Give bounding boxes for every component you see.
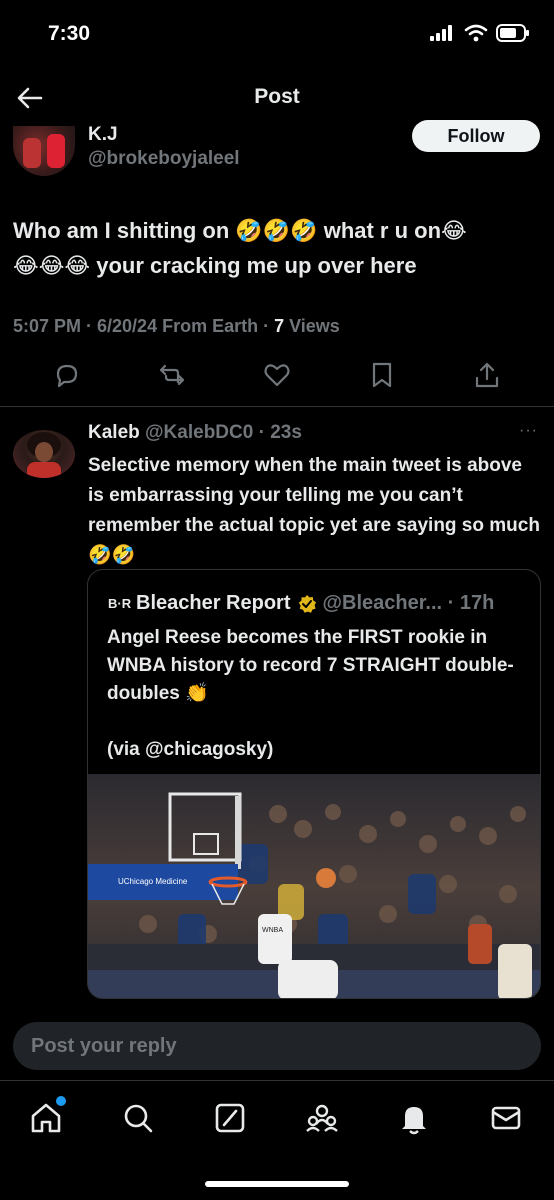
header: Post xyxy=(0,70,554,126)
avatar[interactable] xyxy=(13,126,75,176)
main-post: K.J @brokeboyjaleel Follow Who am I shit… xyxy=(0,120,554,406)
signal-icon xyxy=(430,25,452,41)
tab-search[interactable] xyxy=(120,1100,156,1136)
heart-icon xyxy=(264,364,290,387)
reply-button[interactable] xyxy=(52,360,82,390)
post-text: Who am I shitting on 🤣🤣🤣 what r u on😂 😂😂… xyxy=(13,213,543,283)
tab-communities[interactable] xyxy=(304,1100,340,1136)
reply-input[interactable]: Post your reply xyxy=(13,1022,541,1070)
reply-icon xyxy=(56,364,78,388)
avatar-figure xyxy=(23,138,41,168)
basketball-photo: UChicago Medicine WNBA xyxy=(88,774,540,998)
quote-handle: @Bleacher... · 17h xyxy=(322,592,495,614)
quote-header: B·R Bleacher Report @Bleacher... · 17h xyxy=(108,592,494,615)
views-label: Views xyxy=(284,316,340,336)
reply-text: Selective memory when the main tweet is … xyxy=(88,455,540,566)
avatar-figure xyxy=(47,134,65,168)
repost-button[interactable] xyxy=(157,360,187,390)
post-text-line: 😂😂😂 your cracking me up over here xyxy=(13,253,417,278)
avatar-shirt xyxy=(27,462,61,478)
share-button[interactable] xyxy=(472,360,502,390)
quote-display-name: Bleacher Report xyxy=(136,592,291,614)
court-sign: UChicago Medicine xyxy=(118,877,188,886)
handle[interactable]: @brokeboyjaleel xyxy=(88,148,240,170)
search-icon xyxy=(124,1104,153,1133)
avatar-face xyxy=(35,442,53,462)
divider xyxy=(0,406,554,407)
post-timestamp: 5:07 PM · 6/20/24 From Earth · xyxy=(13,316,275,336)
display-name[interactable]: Kaleb xyxy=(88,422,140,443)
notification-dot xyxy=(56,1096,66,1106)
bookmark-button[interactable] xyxy=(367,360,397,390)
bookmark-icon xyxy=(372,362,392,388)
battery-icon xyxy=(496,24,529,42)
post-meta: 5:07 PM · 6/20/24 From Earth · 7 Views xyxy=(13,316,340,337)
bell-icon xyxy=(402,1107,426,1135)
views-count[interactable]: 7 xyxy=(274,316,284,336)
handle[interactable]: @KalebDC0 · 23s xyxy=(145,422,302,443)
communities-icon xyxy=(306,1104,338,1132)
quote-via: (via @chicagosky) xyxy=(107,739,274,760)
post-text-line: Who am I shitting on 🤣🤣🤣 what r u on😂 xyxy=(13,218,467,243)
repost-icon xyxy=(159,364,185,386)
quote-body: Angel Reese becomes the FIRST rookie in … xyxy=(107,627,514,704)
home-indicator[interactable] xyxy=(205,1181,349,1187)
quote-text: Angel Reese becomes the FIRST rookie in … xyxy=(107,624,527,764)
quoted-post[interactable]: B·R Bleacher Report @Bleacher... · 17h A… xyxy=(87,569,541,999)
share-icon xyxy=(475,362,499,388)
tab-notifications[interactable] xyxy=(396,1100,432,1136)
follow-button[interactable]: Follow xyxy=(412,120,540,152)
reply-bar: Post your reply xyxy=(0,1010,554,1070)
action-bar xyxy=(0,360,554,396)
divider xyxy=(0,1080,554,1081)
tab-home[interactable] xyxy=(28,1096,66,1136)
tab-messages[interactable] xyxy=(488,1100,524,1136)
status-time: 7:30 xyxy=(48,22,91,45)
status-icons xyxy=(430,24,530,42)
quote-media-image[interactable]: UChicago Medicine WNBA xyxy=(88,774,540,998)
verified-badge-icon xyxy=(298,594,316,613)
status-bar: 7:30 xyxy=(0,0,554,70)
tab-grok[interactable] xyxy=(212,1100,248,1136)
grok-icon xyxy=(215,1103,245,1133)
mail-icon xyxy=(491,1106,521,1130)
avatar[interactable] xyxy=(13,430,75,478)
reply-header: Kaleb @KalebDC0 · 23s xyxy=(88,422,302,444)
bleacher-report-logo: B·R xyxy=(108,596,132,611)
reply-post[interactable]: Kaleb @KalebDC0 · 23s ··· Selective memo… xyxy=(0,418,554,999)
more-options-icon[interactable]: ··· xyxy=(519,422,538,440)
display-name[interactable]: K.J xyxy=(88,126,118,140)
page-title: Post xyxy=(254,85,300,108)
like-button[interactable] xyxy=(262,360,292,390)
shirt-sign: WNBA xyxy=(262,927,283,934)
wifi-icon xyxy=(464,24,488,42)
